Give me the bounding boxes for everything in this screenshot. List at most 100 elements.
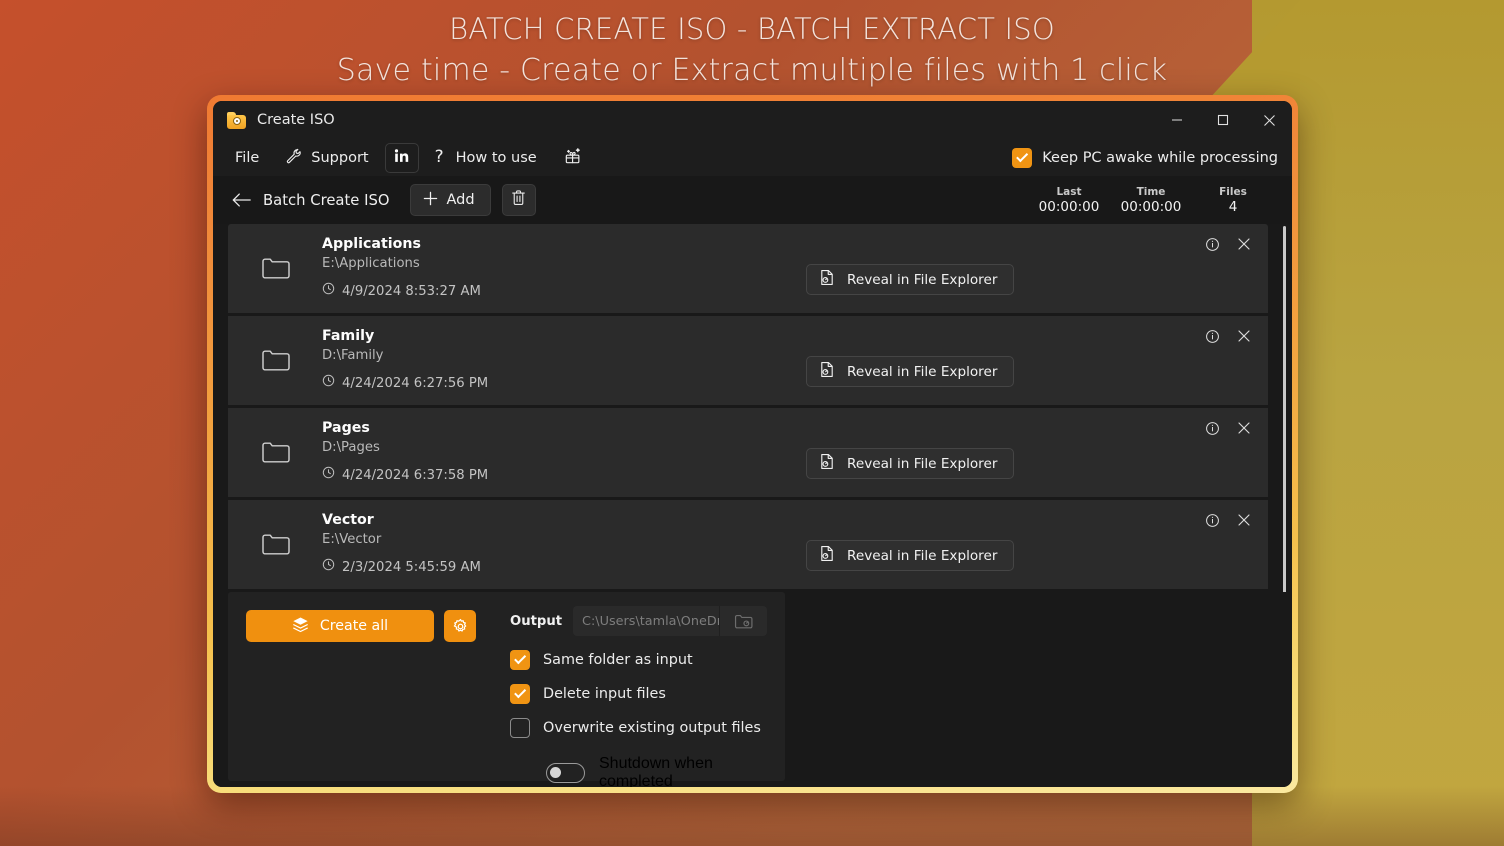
arrow-left-icon[interactable] <box>227 185 257 215</box>
stat-time-key: Time <box>1136 186 1166 198</box>
reveal-in-file-explorer-button[interactable]: Reveal in File Explorer <box>806 356 1015 387</box>
file-reveal-icon <box>819 269 835 290</box>
output-options-panel: Output C:\Users\tamla\OneDrive\ Same <box>496 592 785 787</box>
info-circle-icon[interactable] <box>1200 232 1224 256</box>
menu-item-file[interactable]: File <box>227 144 267 172</box>
add-button[interactable]: Add <box>409 184 491 216</box>
minimize-icon[interactable] <box>1154 101 1200 139</box>
close-icon[interactable] <box>1246 101 1292 139</box>
file-list: Applications E:\Applications 4/9/2024 8:… <box>213 224 1292 592</box>
app-window-frame: Create ISO File Support ? How to use Kee… <box>207 95 1298 793</box>
row-path: E:\Vector <box>322 532 382 547</box>
reveal-in-file-explorer-button[interactable]: Reveal in File Explorer <box>806 264 1015 295</box>
file-reveal-icon <box>819 453 835 474</box>
row-body: Vector E:\Vector 2/3/2024 5:45:59 AM <box>322 500 1268 576</box>
option-delete-input-files[interactable]: Delete input files <box>510 684 785 704</box>
output-field[interactable]: C:\Users\tamla\OneDrive\ <box>573 606 768 636</box>
add-button-label: Add <box>446 192 475 208</box>
menu-item-how-to-use-label: How to use <box>455 149 537 166</box>
stat-time-value: 00:00:00 <box>1120 199 1182 215</box>
bottom-panel: Create all Output C:\Users\tamla\OneDriv… <box>213 592 1292 787</box>
reveal-button-label: Reveal in File Explorer <box>847 363 998 380</box>
menu-item-linkedin[interactable] <box>384 142 419 173</box>
option-overwrite-existing[interactable]: Overwrite existing output files <box>510 718 785 738</box>
table-row[interactable]: Applications E:\Applications 4/9/2024 8:… <box>228 224 1268 313</box>
remove-row-icon[interactable] <box>1232 232 1256 256</box>
info-circle-icon[interactable] <box>1200 416 1224 440</box>
keep-pc-awake-option[interactable]: Keep PC awake while processing <box>1012 139 1278 176</box>
same-folder-label: Same folder as input <box>543 652 693 668</box>
remove-row-icon[interactable] <box>1232 508 1256 532</box>
reveal-button-label: Reveal in File Explorer <box>847 547 998 564</box>
folder-browse-icon[interactable] <box>719 606 767 636</box>
create-all-button[interactable]: Create all <box>246 610 434 642</box>
window-title: Create ISO <box>257 112 335 128</box>
row-name: Applications <box>322 236 421 252</box>
plus-icon <box>423 191 438 210</box>
gift-sparkle-icon <box>563 146 583 170</box>
delete-input-checkbox[interactable] <box>510 684 530 704</box>
info-circle-icon[interactable] <box>1200 508 1224 532</box>
background-bottom-shade <box>0 786 1504 846</box>
reveal-button-label: Reveal in File Explorer <box>847 271 998 288</box>
clock-icon <box>322 282 335 300</box>
window-controls <box>1154 101 1292 139</box>
folder-icon <box>261 347 291 373</box>
menu-item-support[interactable]: Support <box>277 144 376 172</box>
overwrite-checkbox[interactable] <box>510 718 530 738</box>
wrench-icon <box>285 147 303 169</box>
reveal-button-label: Reveal in File Explorer <box>847 455 998 472</box>
row-time-line: 4/9/2024 8:53:27 AM <box>322 282 1268 300</box>
row-actions <box>1200 416 1256 440</box>
actions-panel: Create all <box>228 592 496 781</box>
table-row[interactable]: Pages D:\Pages 4/24/2024 6:37:58 PM Reve… <box>228 408 1268 497</box>
stats-group: Last 00:00:00 Time 00:00:00 Files 4 <box>1028 176 1274 224</box>
maximize-icon[interactable] <box>1200 101 1246 139</box>
info-circle-icon[interactable] <box>1200 324 1224 348</box>
menu-item-file-label: File <box>235 149 260 166</box>
file-reveal-icon <box>819 361 835 382</box>
keep-pc-awake-label: Keep PC awake while processing <box>1042 149 1278 166</box>
row-time-line: 4/24/2024 6:27:56 PM <box>322 374 1268 392</box>
row-actions <box>1200 324 1256 348</box>
menu-bar: File Support ? How to use Keep PC awake … <box>213 139 1292 176</box>
stat-files-key: Files <box>1219 186 1247 198</box>
clock-icon <box>322 558 335 576</box>
gear-icon[interactable] <box>444 610 476 642</box>
menu-item-support-label: Support <box>311 149 369 166</box>
same-folder-checkbox[interactable] <box>510 650 530 670</box>
stat-time: Time 00:00:00 <box>1110 185 1192 215</box>
option-shutdown-when-completed[interactable]: Shutdown when completed <box>510 755 785 787</box>
stat-files: Files 4 <box>1192 185 1274 215</box>
clock-icon <box>322 466 335 484</box>
reveal-in-file-explorer-button[interactable]: Reveal in File Explorer <box>806 540 1015 571</box>
option-same-folder-as-input[interactable]: Same folder as input <box>510 650 785 670</box>
remove-row-icon[interactable] <box>1232 416 1256 440</box>
reveal-in-file-explorer-button[interactable]: Reveal in File Explorer <box>806 448 1015 479</box>
row-timestamp: 4/9/2024 8:53:27 AM <box>342 283 481 299</box>
delete-input-label: Delete input files <box>543 686 666 702</box>
remove-row-icon[interactable] <box>1232 324 1256 348</box>
shutdown-label: Shutdown when completed <box>599 755 713 787</box>
table-row[interactable]: Vector E:\Vector 2/3/2024 5:45:59 AM Rev… <box>228 500 1268 589</box>
create-all-label: Create all <box>319 618 389 634</box>
list-scrollbar-thumb[interactable] <box>1283 226 1286 592</box>
row-body: Family D:\Family 4/24/2024 6:27:56 PM <box>322 316 1268 392</box>
table-row[interactable]: Family D:\Family 4/24/2024 6:27:56 PM Re… <box>228 316 1268 405</box>
stat-last-key: Last <box>1056 186 1082 198</box>
delete-button[interactable] <box>501 184 536 216</box>
stat-last-value: 00:00:00 <box>1038 199 1100 215</box>
menu-item-how-to-use[interactable]: ? How to use <box>427 144 545 172</box>
row-path: E:\Applications <box>322 256 420 271</box>
linkedin-icon <box>394 148 410 168</box>
keep-pc-awake-checkbox[interactable] <box>1012 147 1033 168</box>
app-folder-disc-icon <box>227 111 246 129</box>
output-path-input[interactable]: C:\Users\tamla\OneDrive\ <box>573 606 719 636</box>
shutdown-toggle[interactable] <box>546 763 585 783</box>
row-body: Pages D:\Pages 4/24/2024 6:37:58 PM <box>322 408 1268 484</box>
folder-icon <box>261 255 291 281</box>
row-path: D:\Pages <box>322 440 380 455</box>
row-path: D:\Family <box>322 348 384 363</box>
file-reveal-icon <box>819 545 835 566</box>
menu-item-whats-new[interactable] <box>555 144 591 172</box>
